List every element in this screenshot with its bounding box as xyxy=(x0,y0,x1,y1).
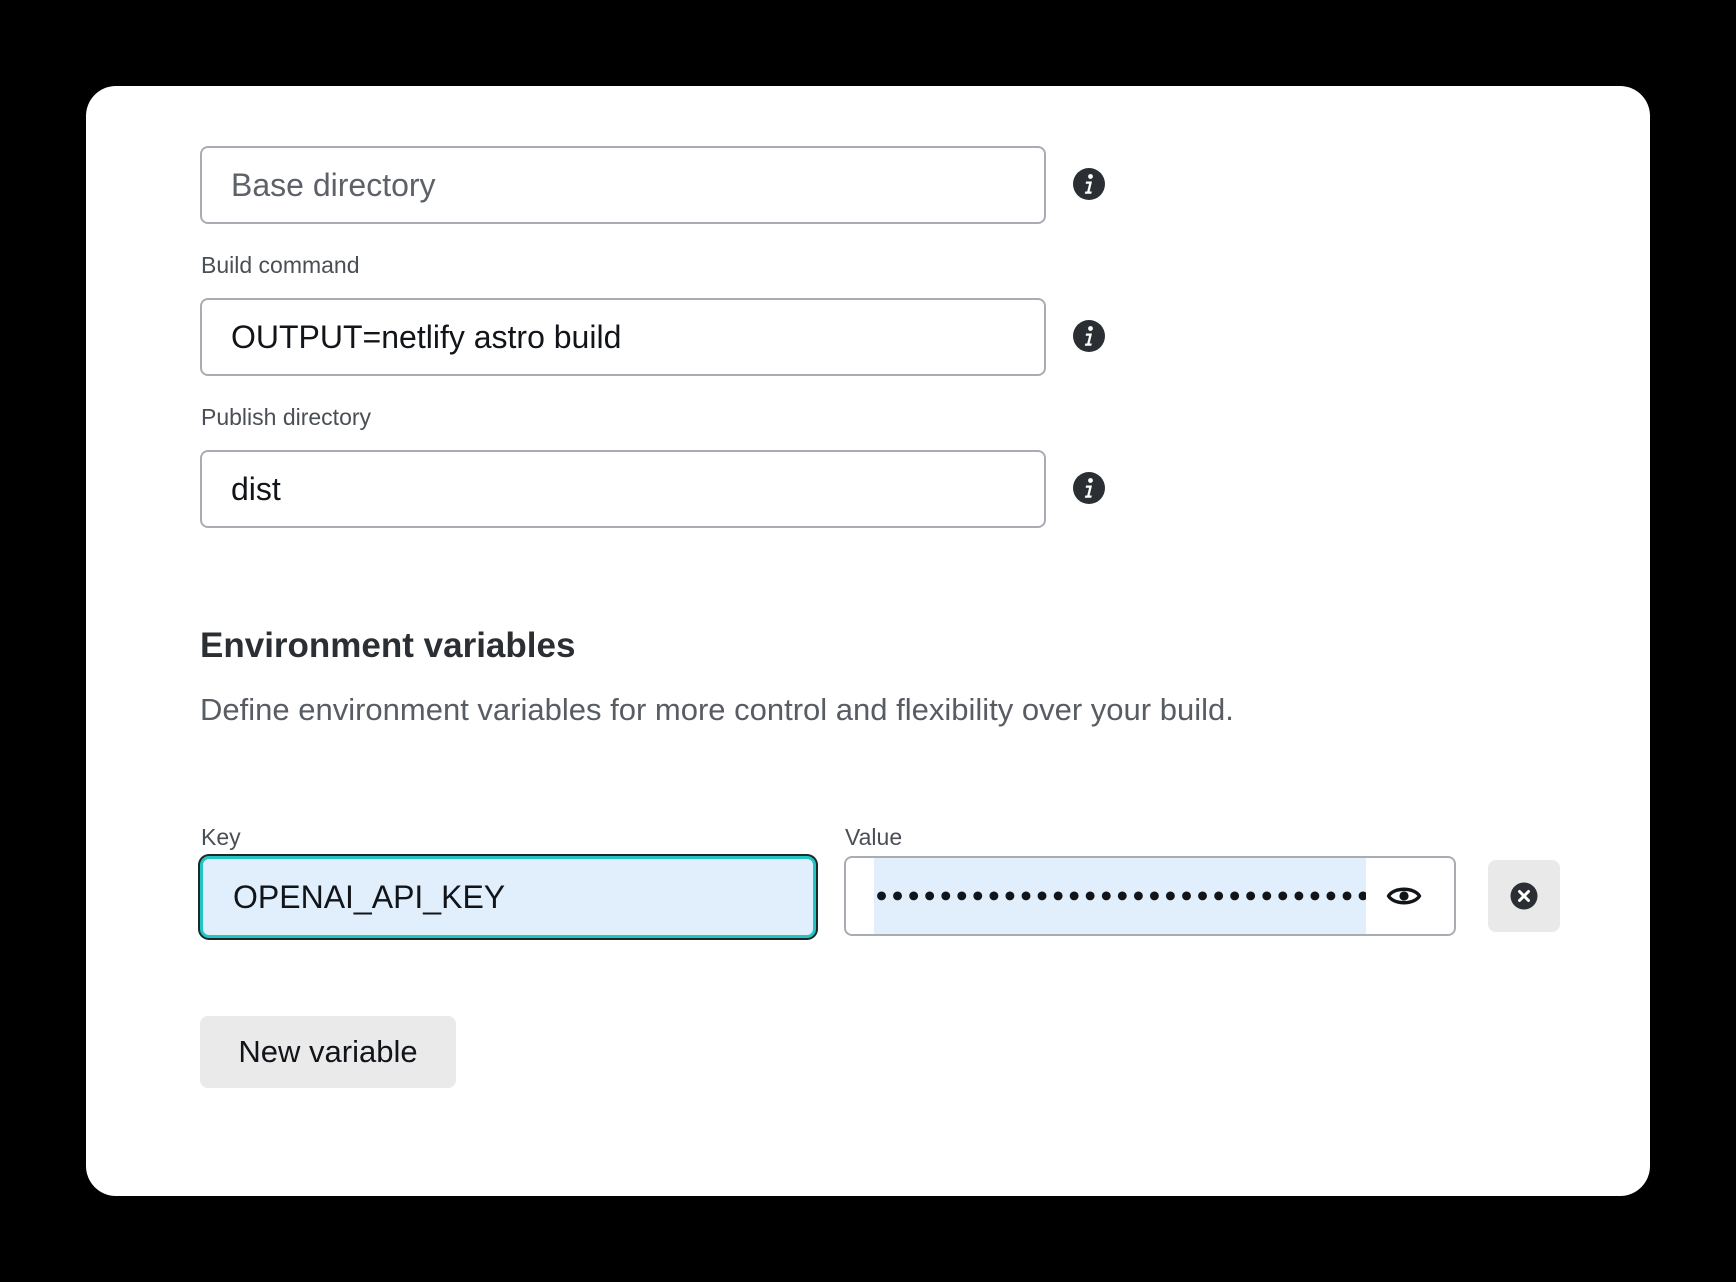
env-section-title: Environment variables xyxy=(200,626,576,665)
new-variable-button[interactable]: New variable xyxy=(200,1016,456,1088)
remove-variable-button[interactable] xyxy=(1488,860,1560,932)
env-section-description: Define environment variables for more co… xyxy=(200,692,1234,727)
build-command-info-icon[interactable] xyxy=(1072,319,1106,353)
publish-directory-label: Publish directory xyxy=(201,404,372,430)
env-key-label: Key xyxy=(201,824,241,850)
publish-directory-input[interactable] xyxy=(200,450,1046,528)
env-key-input[interactable] xyxy=(200,856,816,938)
base-directory-info-icon[interactable] xyxy=(1072,167,1106,201)
env-value-label: Value xyxy=(845,824,903,850)
env-value-field[interactable]: •••••••••••••••••••••••••••••••••• xyxy=(844,856,1456,936)
env-value-masked-text[interactable]: •••••••••••••••••••••••••••••••••• xyxy=(874,858,1366,934)
eye-icon[interactable] xyxy=(1386,879,1422,913)
publish-directory-info-icon[interactable] xyxy=(1072,471,1106,505)
build-command-input[interactable] xyxy=(200,298,1046,376)
build-command-label: Build command xyxy=(201,252,360,278)
close-circle-icon xyxy=(1510,882,1538,910)
base-directory-input[interactable] xyxy=(200,146,1046,224)
build-settings-card: Build command Publish directory Environm… xyxy=(86,86,1650,1196)
